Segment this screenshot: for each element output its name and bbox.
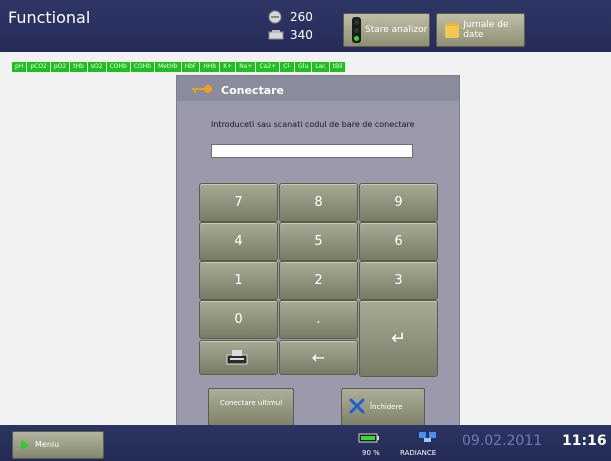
keyboard-key[interactable] [199,340,278,375]
parameter-chip: Cl- [280,62,295,72]
key-4[interactable]: 4 [199,222,278,261]
parameter-chip: sO2 [87,62,106,72]
network-icon [419,432,436,442]
parameter-chip: tHb [70,62,87,72]
key-3[interactable]: 3 [359,261,438,300]
key-6[interactable]: 6 [359,222,438,261]
parameter-chip: Glu [295,62,312,72]
menu-button[interactable]: Meniu [12,431,104,459]
bottom-bar: Meniu 90 % RADIANCE 09.02.2011 11:16 [0,425,611,461]
keyboard-icon [226,350,248,365]
login-dialog: Conectare Introduceti sau scanati codul … [176,75,460,432]
barcode-prompt: Introduceti sau scanati codul de bare de… [211,120,415,129]
parameter-chip: HHb [200,62,220,72]
barcode-input[interactable] [211,144,413,158]
date: 09.02.2011 [462,433,543,449]
parameter-chip: COHb [106,62,130,72]
backspace-key[interactable]: ← [279,340,358,375]
analyzer-status-button[interactable]: Stare analizor [343,13,430,47]
enter-key[interactable]: ↵ [359,300,438,377]
cartridge-icon [268,10,282,24]
key-5[interactable]: 5 [279,222,358,261]
key-icon [192,85,212,93]
key-1[interactable]: 1 [199,261,278,300]
analyzer-status-label: Stare analizor [365,25,428,35]
device-name: RADIANCE [400,449,437,457]
close-icon [349,398,365,414]
cartridge-counter: 260 [290,10,313,24]
connect-last-label: Conectare ultimul [219,399,283,407]
parameter-chip: HbF [181,62,200,72]
key-2[interactable]: 2 [279,261,358,300]
close-label: Închidere [370,403,403,411]
parameter-chip: Na+ [236,62,256,72]
data-logs-label: Jurnale de date [463,20,509,40]
close-button[interactable]: Închidere [341,388,425,426]
menu-label: Meniu [35,440,60,449]
solution-counter: 340 [290,28,313,42]
parameter-chip: Ca2+ [256,62,280,72]
key-0[interactable]: 0 [199,300,278,339]
data-logs-button[interactable]: Jurnale de date [436,13,525,47]
dialog-title: Conectare [221,84,285,97]
key-decimal-point[interactable]: . [279,300,358,339]
parameter-chip: pH [12,62,27,72]
folder-icon [445,22,460,38]
battery-icon [358,433,379,443]
top-bar: Functional 260 340 Stare analizor Jurnal… [0,0,611,52]
parameter-strip: pH pCO2 pO2 tHb sO2 COHb COHb MetHb HbF HHb K+ Na+ C… [12,62,346,72]
solution-pack-icon [268,30,284,40]
parameter-chip: MetHb [155,62,181,72]
dialog-header: Conectare [177,76,459,101]
parameter-chip: COHb [130,62,155,72]
key-7[interactable]: 7 [199,183,278,222]
parameter-chip: pCO2 [27,62,50,72]
app-status-title: Functional [8,8,91,27]
battery-level: 90 % [362,449,380,457]
key-9[interactable]: 9 [359,183,438,222]
parameter-chip: K+ [220,62,236,72]
time: 11:16 [562,433,607,449]
parameter-chip: pO2 [50,62,70,72]
connect-last-button[interactable]: Conectare ultimul [208,388,294,426]
key-8[interactable]: 8 [279,183,358,222]
traffic-light-icon [352,17,361,43]
parameter-chip: Lac [312,62,329,72]
parameter-chip: tBil [329,62,346,72]
play-icon [21,440,29,450]
